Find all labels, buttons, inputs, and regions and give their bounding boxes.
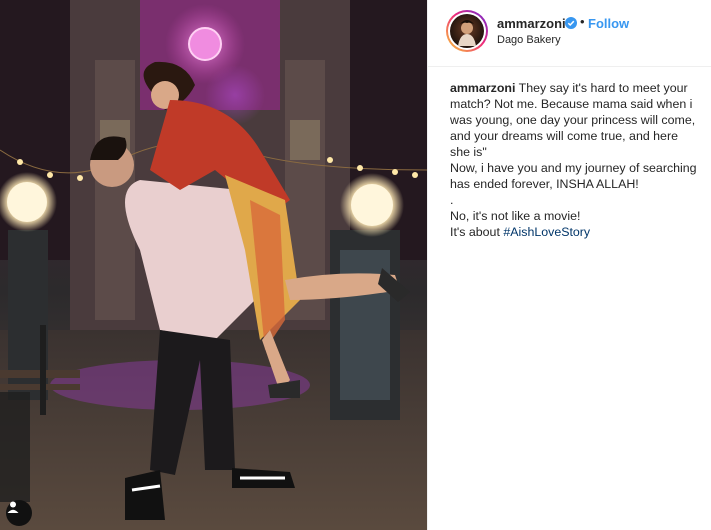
post-username[interactable]: ammarzoni xyxy=(497,16,566,31)
caption-text: It's about xyxy=(450,225,504,239)
caption-line: Now, i have you and my journey of search… xyxy=(450,161,697,191)
post-location[interactable]: Dago Bakery xyxy=(497,34,561,46)
couple-photo-illustration xyxy=(0,0,427,530)
caption-line: It's about #AishLoveStory xyxy=(450,224,700,240)
user-tag-button[interactable] xyxy=(6,500,32,526)
avatar[interactable] xyxy=(446,10,488,52)
caption-paragraph: ammarzoni They say it's hard to meet you… xyxy=(450,80,700,160)
follow-button[interactable]: Follow xyxy=(588,16,629,31)
separator-dot: • xyxy=(580,14,585,29)
caption-line: No, it's not like a movie! xyxy=(450,209,581,223)
user-tag-icon xyxy=(7,501,19,513)
hashtag-link[interactable]: #AishLoveStory xyxy=(503,225,590,239)
caption-username[interactable]: ammarzoni xyxy=(450,81,515,95)
caption-line: . xyxy=(450,193,454,207)
post-header: ammarzoni • Follow Dago Bakery xyxy=(428,0,711,67)
avatar-image xyxy=(458,20,476,46)
verified-badge-icon xyxy=(565,17,577,29)
post-side-panel: ammarzoni • Follow Dago Bakery ammarzoni… xyxy=(427,0,711,530)
post-photo[interactable] xyxy=(0,0,427,530)
post-caption: ammarzoni They say it's hard to meet you… xyxy=(450,80,700,240)
